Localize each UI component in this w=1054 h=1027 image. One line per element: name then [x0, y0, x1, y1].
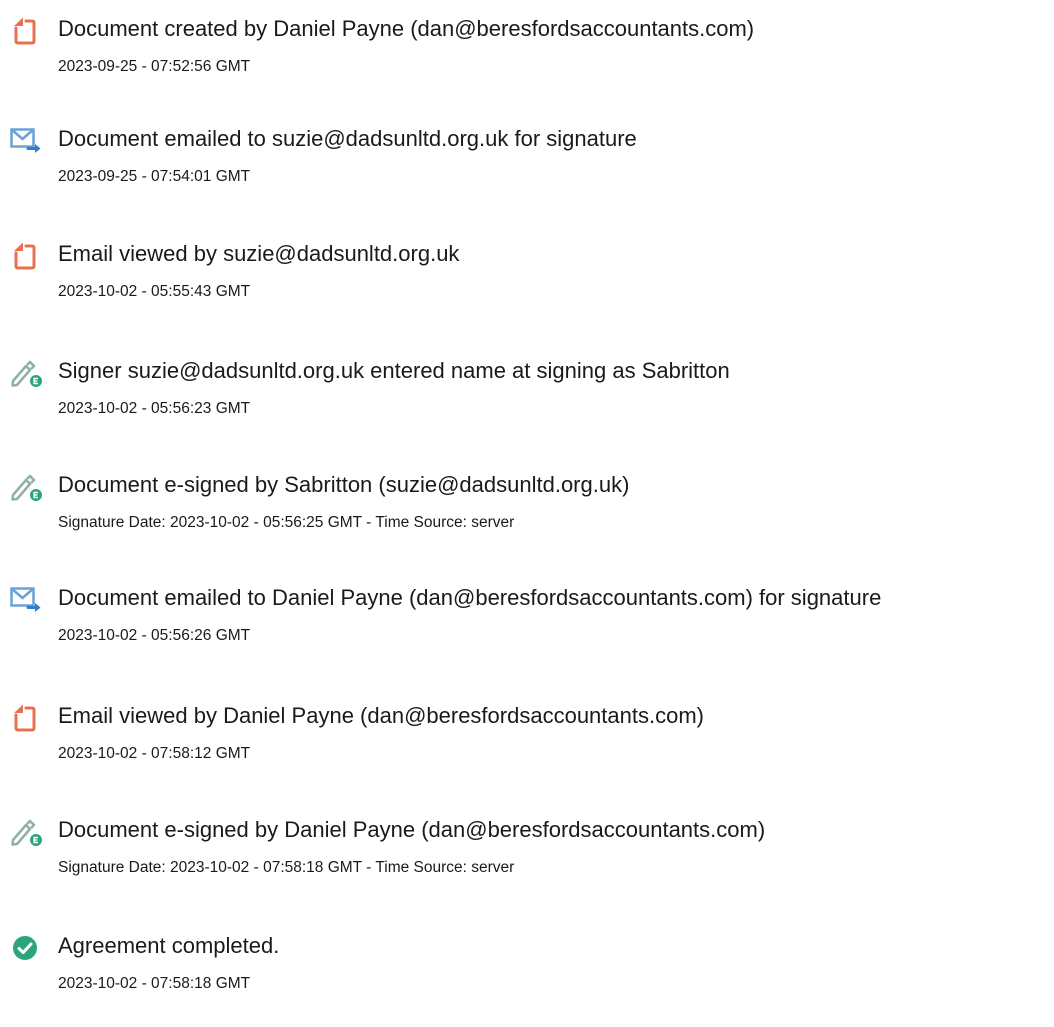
event-timestamp: Signature Date: 2023-10-02 - 05:56:25 GM…: [58, 514, 515, 531]
document-history-log: Document created by Daniel Payne (dan@be…: [0, 0, 1054, 994]
history-event: Document created by Daniel Payne (dan@be…: [0, 14, 1054, 110]
document-icon: [10, 703, 46, 733]
document-icon: [10, 16, 46, 46]
event-title: Email viewed by suzie@dadsunltd.org.uk: [58, 241, 460, 266]
history-event: Email viewed by Daniel Payne (dan@beresf…: [0, 701, 1054, 797]
history-event: Signer suzie@dadsunltd.org.uk entered na…: [0, 356, 1054, 452]
history-event: Document e-signed by Daniel Payne (dan@b…: [0, 815, 1054, 911]
document-icon: [10, 241, 46, 271]
event-timestamp: 2023-10-02 - 05:55:43 GMT: [58, 283, 251, 300]
history-event: Document emailed to suzie@dadsunltd.org.…: [0, 124, 1054, 220]
event-title: Email viewed by Daniel Payne (dan@beresf…: [58, 703, 704, 728]
event-timestamp: 2023-09-25 - 07:54:01 GMT: [58, 168, 251, 185]
history-event: Document emailed to Daniel Payne (dan@be…: [0, 583, 1054, 679]
e-sign-pen-icon: [10, 358, 46, 388]
check-circle-icon: [10, 933, 46, 963]
email-sent-icon: [10, 585, 46, 615]
history-event: Document e-signed by Sabritton (suzie@da…: [0, 470, 1054, 566]
e-sign-pen-icon: [10, 817, 46, 847]
event-title: Signer suzie@dadsunltd.org.uk entered na…: [58, 358, 730, 383]
e-sign-pen-icon: [10, 472, 46, 502]
event-title: Document e-signed by Daniel Payne (dan@b…: [58, 817, 766, 842]
event-title: Document e-signed by Sabritton (suzie@da…: [58, 472, 630, 497]
event-title: Agreement completed.: [58, 933, 280, 958]
event-timestamp: 2023-10-02 - 07:58:12 GMT: [58, 745, 251, 762]
event-timestamp: Signature Date: 2023-10-02 - 07:58:18 GM…: [58, 859, 515, 876]
event-title: Document emailed to Daniel Payne (dan@be…: [58, 585, 882, 610]
event-timestamp: 2023-10-02 - 05:56:23 GMT: [58, 400, 251, 417]
email-sent-icon: [10, 126, 46, 156]
history-event: Email viewed by suzie@dadsunltd.org.uk 2…: [0, 239, 1054, 335]
event-timestamp: 2023-10-02 - 07:58:18 GMT: [58, 975, 251, 992]
event-timestamp: 2023-09-25 - 07:52:56 GMT: [58, 58, 251, 75]
event-title: Document created by Daniel Payne (dan@be…: [58, 16, 755, 41]
event-timestamp: 2023-10-02 - 05:56:26 GMT: [58, 627, 251, 644]
history-event: Agreement completed. 2023-10-02 - 07:58:…: [0, 931, 1054, 1027]
event-title: Document emailed to suzie@dadsunltd.org.…: [58, 126, 637, 151]
